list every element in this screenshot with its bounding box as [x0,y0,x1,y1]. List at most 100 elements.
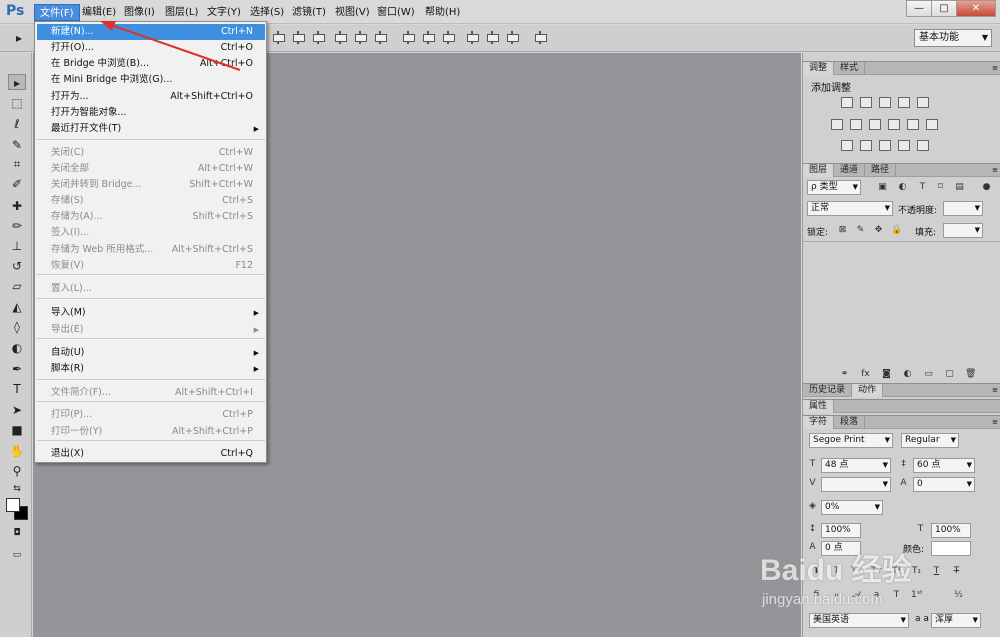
tab-adjustments[interactable]: 调整 [803,62,835,75]
tab-properties[interactable]: 属性 [803,400,835,413]
menu-file[interactable]: 文件(F) [34,4,80,21]
pen-tool-icon[interactable]: ✒ [8,361,26,377]
tab-styles[interactable]: 样式 [834,62,866,75]
swap-colors-icon[interactable]: ⇆ [8,481,26,497]
channel-mixer-icon[interactable] [907,119,919,130]
align-left-edges-icon[interactable] [272,31,285,44]
minimize-button[interactable]: — [906,0,932,17]
marquee-tool-icon[interactable]: ⬚ [8,95,26,111]
add-mask-icon[interactable]: ◙ [881,369,892,380]
close-button[interactable]: ✕ [956,0,996,17]
align-horizontal-centers-icon[interactable] [292,31,305,44]
levels-icon[interactable] [860,97,872,108]
distribute-top-icon[interactable] [402,31,415,44]
filter-toggle-icon[interactable]: ● [981,182,992,193]
gradient-map-icon[interactable] [917,140,929,151]
screen-mode-icon[interactable]: ▭ [8,547,26,563]
kerning-input[interactable]: ▼ [821,477,891,492]
workspace-select[interactable]: 基本功能 ▼ [914,29,992,47]
distribute-left-icon[interactable] [466,31,479,44]
exposure-icon[interactable] [898,97,910,108]
link-layers-icon[interactable]: ⚭ [839,369,850,380]
tracking-input[interactable]: 0 ▼ [913,477,975,492]
tab-history[interactable]: 历史记录 [803,384,853,397]
brightness-contrast-icon[interactable] [841,97,853,108]
file-menu-item[interactable]: 自动(U) ▶ [37,345,265,361]
blend-mode-select[interactable]: 正常 ▼ [807,201,893,216]
filter-shape-icon[interactable]: ⌑ [935,182,946,193]
opacity-input[interactable]: ▼ [943,201,983,216]
lock-all-icon[interactable]: 🔒 [891,225,902,236]
vibrance-icon[interactable] [917,97,929,108]
selective-color-icon[interactable] [898,140,910,151]
font-size-input[interactable]: 48 点 ▼ [821,458,891,473]
file-menu-item[interactable]: 打开为智能对象... [37,105,265,121]
curves-icon[interactable] [879,97,891,108]
align-right-edges-icon[interactable] [312,31,325,44]
history-brush-tool-icon[interactable]: ↺ [8,258,26,274]
layer-filter-kind[interactable]: ρ 类型 ▼ [807,180,861,195]
path-selection-tool-icon[interactable]: ➤ [8,402,26,418]
menu-help[interactable]: 帮助(H) [420,4,465,21]
file-menu-item[interactable]: 导入(M) ▶ [37,305,265,321]
tab-channels[interactable]: 通道 [834,164,866,177]
distribute-hcenter-icon[interactable] [486,31,499,44]
font-family-select[interactable]: Segoe Print ▼ [809,433,893,448]
blur-tool-icon[interactable]: ◊ [8,319,26,335]
menu-filter[interactable]: 滤镜(T) [287,4,331,21]
tab-character[interactable]: 字符 [803,416,835,429]
rectangle-tool-icon[interactable]: ■ [8,422,26,438]
quick-selection-tool-icon[interactable]: ✎ [8,137,26,153]
align-vertical-centers-icon[interactable] [354,31,367,44]
fill-input[interactable]: ▼ [943,223,983,238]
tab-paragraph[interactable]: 段落 [834,416,866,429]
menu-select[interactable]: 选择(S) [245,4,289,21]
tab-paths[interactable]: 路径 [865,164,897,177]
eyedropper-tool-icon[interactable]: ✐ [8,176,26,192]
menu-window[interactable]: 窗口(W) [372,4,420,21]
font-style-select[interactable]: Regular ▼ [901,433,959,448]
lock-position-icon[interactable]: ✥ [873,225,884,236]
panel-menu-icon[interactable]: ≡ [992,386,998,394]
dodge-tool-icon[interactable]: ◐ [8,340,26,356]
quick-mask-icon[interactable]: ◘ [8,525,26,541]
align-top-edges-icon[interactable] [334,31,347,44]
delete-layer-icon[interactable]: 🗑 [965,369,976,380]
color-balance-icon[interactable] [850,119,862,130]
panel-menu-icon[interactable]: ≡ [992,64,998,72]
file-menu-item[interactable]: 打开为... Alt+Shift+Ctrl+O [37,89,265,105]
crop-tool-icon[interactable]: ⌗ [8,156,26,172]
brush-tool-icon[interactable]: ✏ [8,218,26,234]
panel-menu-icon[interactable]: ≡ [992,418,998,426]
paint-bucket-tool-icon[interactable]: ◭ [8,299,26,315]
tab-layers[interactable]: 图层 [803,164,835,177]
lock-transparency-icon[interactable]: ⊠ [837,225,848,236]
menu-view[interactable]: 视图(V) [330,4,375,21]
photo-filter-icon[interactable] [888,119,900,130]
scale-input[interactable]: 0% ▼ [821,500,883,515]
distribute-bottom-icon[interactable] [442,31,455,44]
vertical-scale-input[interactable]: 100% [821,523,861,538]
zoom-tool-icon[interactable]: ⚲ [8,463,26,479]
lasso-tool-icon[interactable]: ℓ [8,116,26,132]
hue-saturation-icon[interactable] [831,119,843,130]
new-adjustment-layer-icon[interactable]: ◐ [902,369,913,380]
layer-style-fx-icon[interactable]: fx [860,369,871,380]
leading-input[interactable]: 60 点 ▼ [913,458,975,473]
filter-pixel-icon[interactable]: ▣ [877,182,888,193]
horizontal-scale-input[interactable]: 100% [931,523,971,538]
foreground-color-swatch[interactable] [6,498,20,512]
threshold-icon[interactable] [879,140,891,151]
black-white-icon[interactable] [869,119,881,130]
filter-adjustment-icon[interactable]: ◐ [897,182,908,193]
file-menu-item[interactable]: 退出(X) Ctrl+Q [37,446,265,462]
move-tool-preset-icon[interactable]: ▸ [10,30,28,46]
color-lookup-icon[interactable] [926,119,938,130]
spot-healing-tool-icon[interactable]: ✚ [8,198,26,214]
align-bottom-edges-icon[interactable] [374,31,387,44]
tab-actions[interactable]: 动作 [852,384,884,397]
maximize-button[interactable]: □ [931,0,957,17]
new-layer-icon[interactable]: ▢ [944,369,955,380]
auto-align-layers-icon[interactable] [534,31,547,44]
panel-menu-icon[interactable]: ≡ [992,166,998,174]
